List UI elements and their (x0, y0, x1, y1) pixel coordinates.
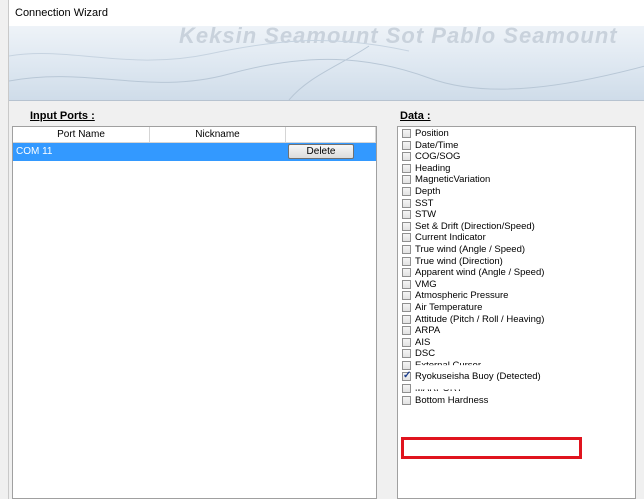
data-item-label: Date/Time (415, 139, 459, 151)
data-item-label: SST (415, 197, 434, 209)
data-item[interactable]: External Cursor (398, 360, 635, 372)
checkbox[interactable] (402, 152, 411, 162)
data-item[interactable]: Apparent wind (Angle / Speed) (398, 267, 635, 279)
delete-button[interactable]: Delete (288, 144, 354, 159)
data-item-label: Current Indicator (415, 232, 486, 244)
column-header-action (286, 127, 376, 142)
column-header-nickname[interactable]: Nickname (150, 127, 286, 142)
data-item-label: DSC (415, 348, 436, 360)
data-item[interactable]: Set & Drift (Direction/Speed) (398, 221, 635, 233)
data-item[interactable]: Bottom Hardness (398, 395, 635, 407)
input-ports-label: Input Ports : (30, 110, 95, 122)
data-item-label: True wind (Angle / Speed) (415, 243, 526, 255)
checkbox[interactable] (402, 210, 411, 220)
port-name-cell[interactable]: COM 11 (13, 143, 150, 161)
data-item[interactable]: Heading (398, 163, 635, 175)
checkbox[interactable] (402, 186, 411, 196)
ports-header-row: Port Name Nickname (13, 127, 376, 143)
data-item[interactable]: Current Indicator (398, 232, 635, 244)
data-item-label: Depth (415, 185, 441, 197)
data-item-label: Attitude (Pitch / Roll / Heaving) (415, 313, 545, 325)
banner-chart-lines (9, 39, 644, 100)
wizard-banner: Keksin Seamount Sot Pablo Seamount (9, 26, 644, 101)
data-item[interactable]: Ryokuseisha Buoy (Detected) (398, 370, 635, 383)
data-item[interactable]: STW (398, 209, 635, 221)
data-item[interactable]: Attitude (Pitch / Roll / Heaving) (398, 314, 635, 326)
checkbox[interactable] (402, 395, 411, 405)
checkbox[interactable] (402, 291, 411, 301)
data-item[interactable]: Air Temperature (398, 302, 635, 314)
data-item-label: Ryokuseisha Buoy (Detected) (415, 371, 541, 383)
data-item[interactable]: Position (398, 128, 635, 140)
checkbox[interactable] (402, 175, 411, 185)
checkbox[interactable] (402, 384, 411, 394)
checkbox[interactable] (402, 198, 411, 208)
data-item[interactable]: MagneticVariation (398, 174, 635, 186)
checkbox[interactable] (402, 302, 411, 312)
data-item[interactable]: Depth (398, 186, 635, 198)
checkbox[interactable] (402, 140, 411, 150)
data-item-label: Position (415, 128, 449, 139)
checkbox[interactable] (402, 163, 411, 173)
checkbox[interactable] (402, 256, 411, 266)
checkbox[interactable] (402, 244, 411, 254)
input-ports-list[interactable]: Port Name Nickname COM 11 Delete (12, 126, 377, 499)
checkbox[interactable] (402, 360, 411, 370)
data-item[interactable]: ARPA (398, 325, 635, 337)
checkbox[interactable] (402, 337, 411, 347)
data-item[interactable]: Atmospheric Pressure (398, 290, 635, 302)
action-cell: Delete (286, 143, 376, 161)
data-label: Data : (400, 110, 431, 122)
data-item-label: Heading (415, 162, 451, 174)
data-item[interactable]: True wind (Angle / Speed) (398, 244, 635, 256)
window-title: Connection Wizard (15, 7, 108, 19)
data-item[interactable]: True wind (Direction) (398, 256, 635, 268)
checkbox[interactable] (402, 279, 411, 289)
data-item-label: AIS (415, 336, 431, 348)
data-item-label: Air Temperature (415, 301, 483, 313)
data-item-label: Apparent wind (Angle / Speed) (415, 267, 545, 279)
data-item-label: VMG (415, 278, 437, 290)
checkbox[interactable] (402, 268, 411, 278)
table-row[interactable]: COM 11 Delete (13, 143, 376, 161)
column-header-port-name[interactable]: Port Name (13, 127, 150, 142)
data-item-label: Atmospheric Pressure (415, 290, 509, 302)
data-item[interactable]: MARPORT (398, 383, 635, 395)
data-item-label: Bottom Hardness (415, 394, 489, 406)
data-item-label: True wind (Direction) (415, 255, 503, 267)
data-checklist[interactable]: Position Date/Time COG/SOG Heading MagneticV… (397, 126, 636, 499)
data-item-label: MARPORT (415, 383, 463, 395)
nickname-cell[interactable] (150, 143, 286, 161)
checkbox[interactable] (402, 233, 411, 243)
data-item-label: STW (415, 209, 437, 221)
data-items: Position Date/Time COG/SOG Heading MagneticV… (398, 127, 635, 406)
data-item-label: MagneticVariation (415, 174, 491, 186)
data-item-label: External Cursor (415, 359, 481, 371)
data-item-label: COG/SOG (415, 151, 461, 163)
data-item[interactable]: VMG (398, 279, 635, 291)
data-item[interactable]: AIS (398, 337, 635, 349)
checkbox[interactable] (402, 221, 411, 231)
data-item[interactable]: DSC (398, 348, 635, 360)
data-item-label: ARPA (415, 325, 441, 337)
checkbox[interactable] (402, 370, 411, 382)
checkbox[interactable] (402, 129, 411, 138)
data-item[interactable]: COG/SOG (398, 151, 635, 163)
checkbox[interactable] (402, 349, 411, 359)
data-item-label: Set & Drift (Direction/Speed) (415, 220, 535, 232)
title-bar: Connection Wizard (9, 0, 644, 26)
data-item[interactable]: SST (398, 198, 635, 210)
data-item[interactable]: Date/Time (398, 140, 635, 152)
checkbox[interactable] (402, 326, 411, 336)
checkbox[interactable] (402, 314, 411, 324)
